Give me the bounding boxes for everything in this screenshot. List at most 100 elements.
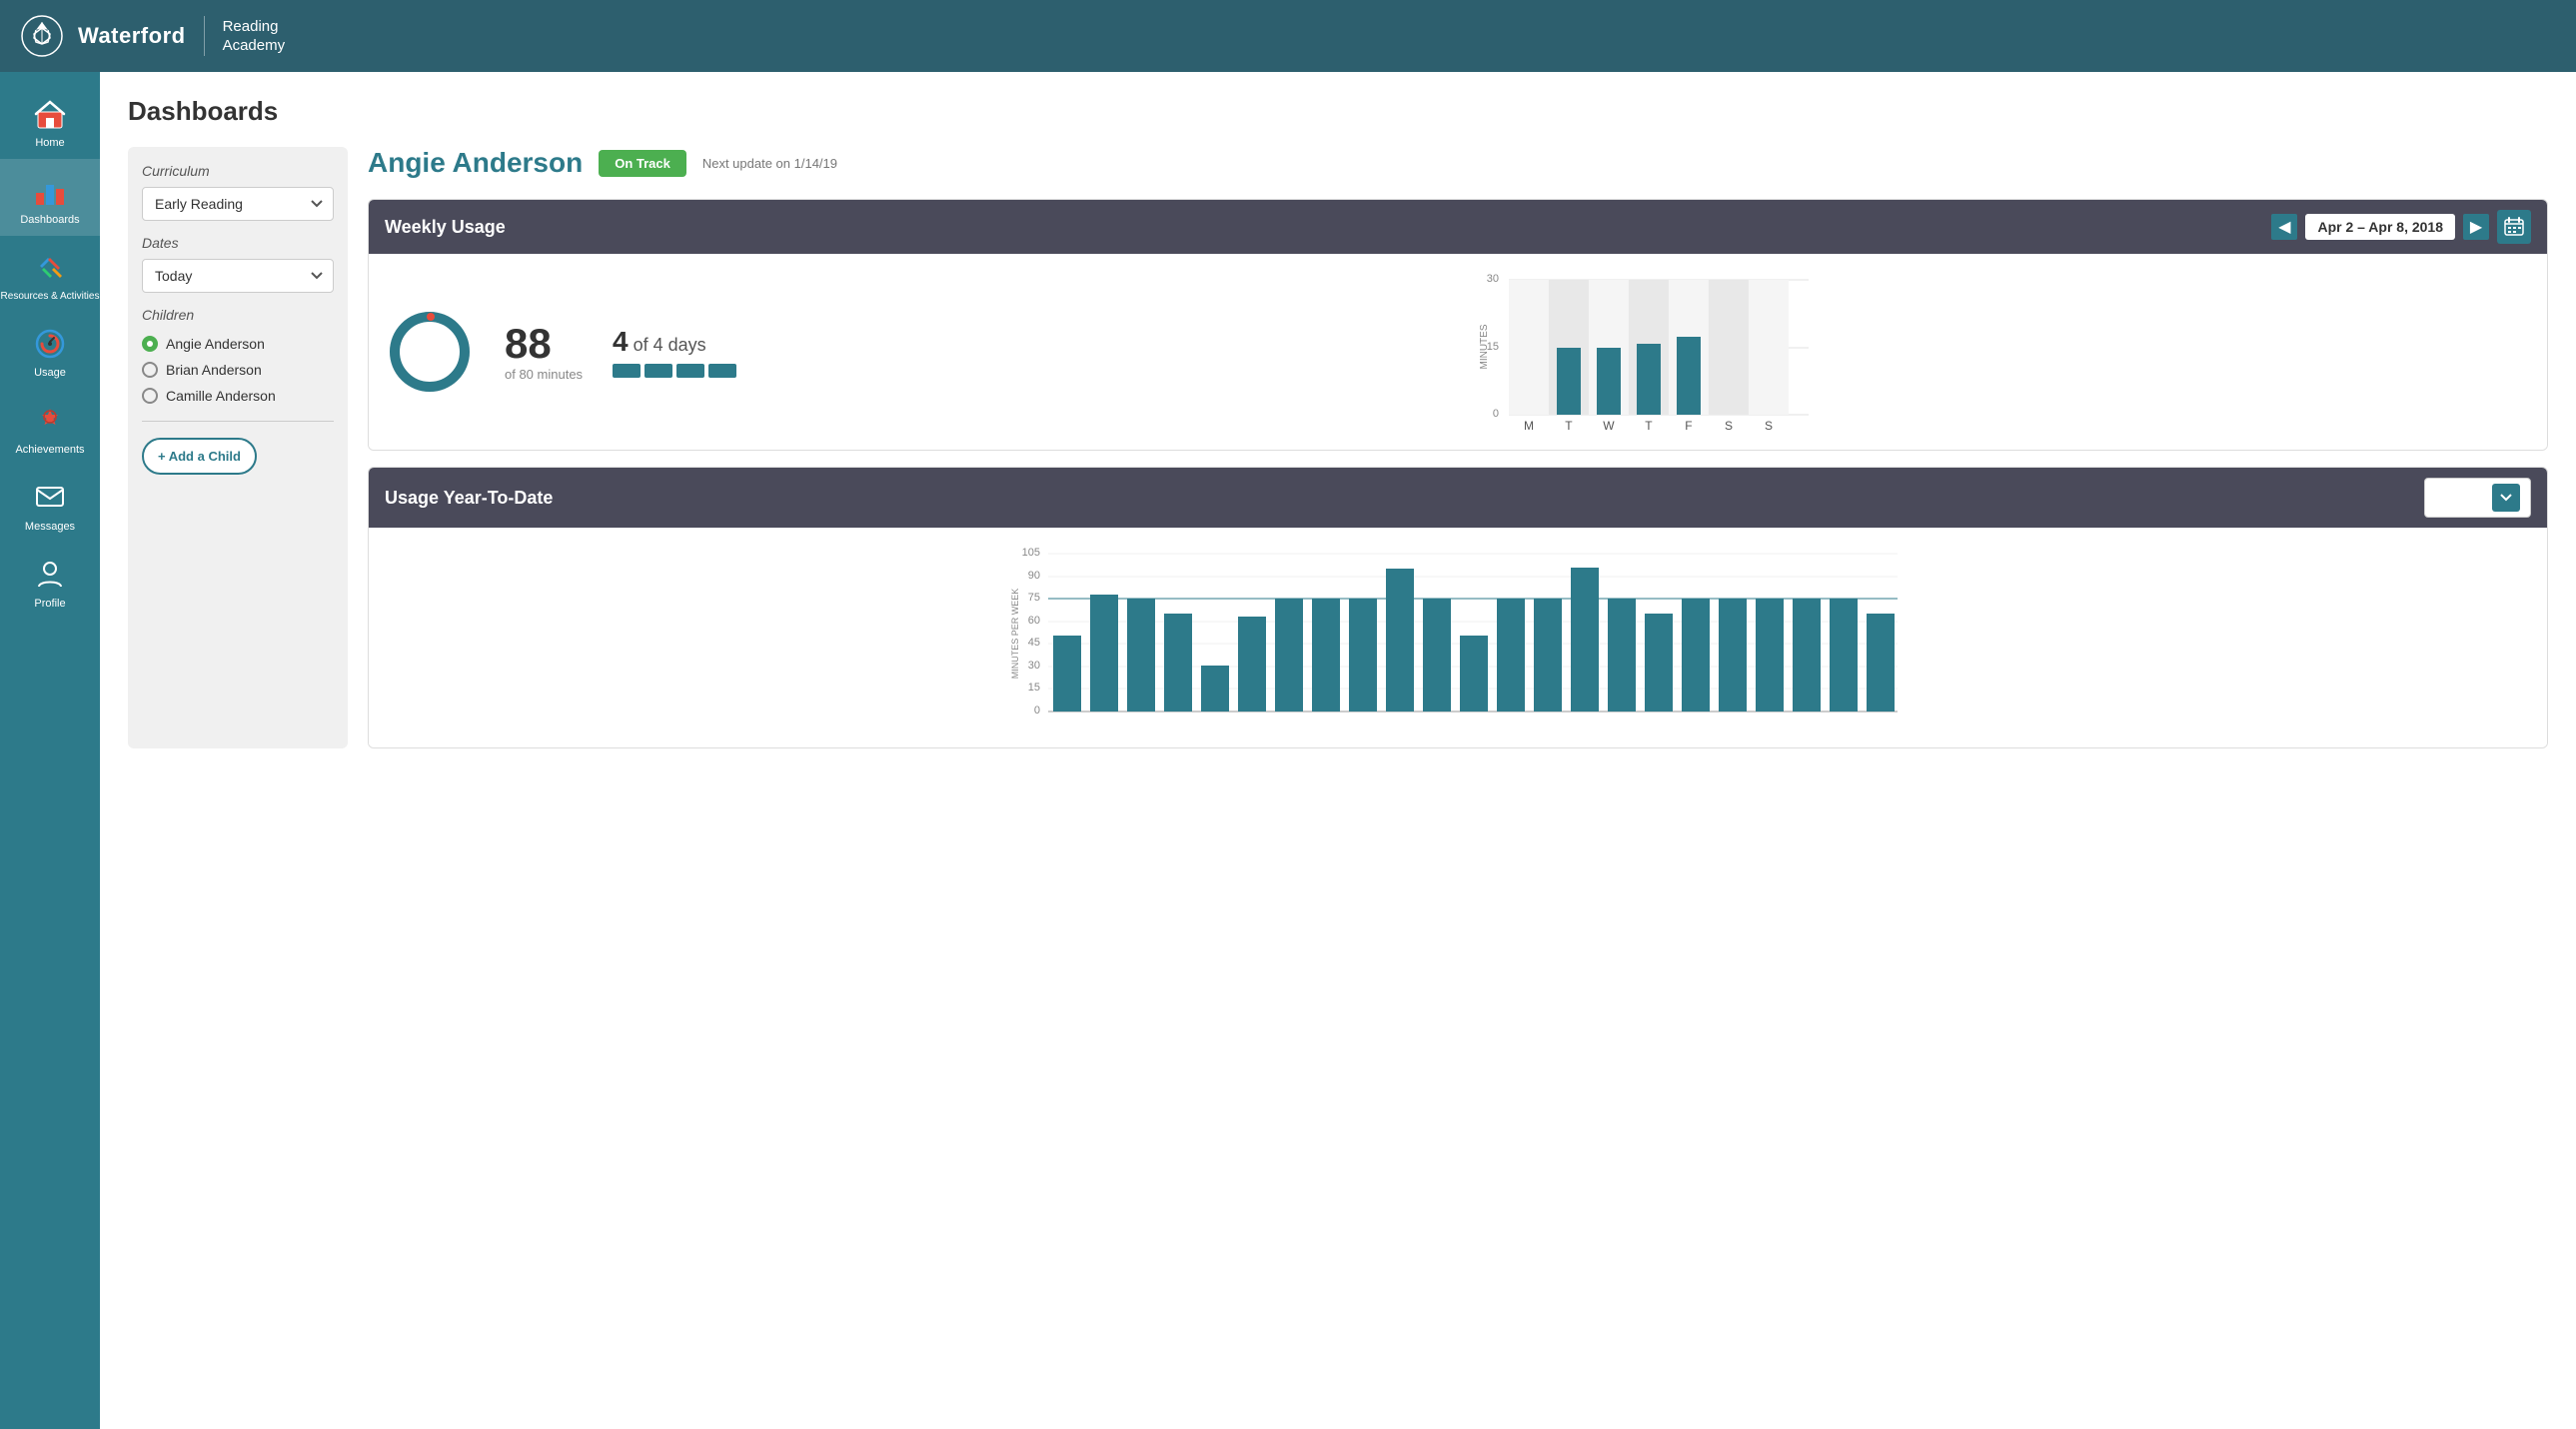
- logo-area: Waterford: [20, 14, 186, 58]
- svg-text:30: 30: [1028, 660, 1040, 672]
- svg-text:15: 15: [1028, 682, 1040, 694]
- add-child-button[interactable]: + Add a Child: [142, 438, 257, 475]
- svg-text:MINUTES PER WEEK: MINUTES PER WEEK: [1010, 589, 1020, 680]
- panel-divider: [142, 421, 334, 422]
- ytd-card: Usage Year-To-Date Minutes: [368, 467, 2548, 748]
- sidebar-label-dashboards: Dashboards: [20, 214, 79, 226]
- next-update: Next update on 1/14/19: [702, 156, 837, 171]
- content-area: Dashboards Curriculum Early Reading Math…: [100, 72, 2576, 1429]
- weekly-usage-header: Weekly Usage ◀ Apr 2 – Apr 8, 2018 ▶: [369, 200, 2547, 254]
- days-text: 4 of 4 days: [613, 326, 706, 358]
- weekly-bar-chart: 30 15 0 MINUTES: [766, 272, 2531, 432]
- child-name-camille: Camille Anderson: [166, 388, 276, 404]
- svg-text:105: 105: [1022, 547, 1040, 559]
- svg-text:T: T: [1565, 419, 1573, 432]
- calendar-button[interactable]: [2497, 210, 2531, 244]
- student-header: Angie Anderson On Track Next update on 1…: [368, 147, 2548, 179]
- header-subtitle: Reading Academy: [223, 17, 286, 56]
- day-bar-1: [613, 364, 641, 378]
- sidebar-item-resources[interactable]: Resources & Activities: [0, 236, 100, 312]
- weekly-bar-chart-svg: 30 15 0 MINUTES: [766, 272, 2531, 432]
- header-divider: [204, 16, 205, 56]
- svg-text:S: S: [1765, 419, 1773, 432]
- sidebar-item-dashboards[interactable]: Dashboards: [0, 159, 100, 236]
- days-info: 4 of 4 days: [613, 326, 736, 378]
- sidebar-label-resources: Resources & Activities: [1, 291, 100, 302]
- donut-chart: [385, 307, 475, 397]
- svg-text:F: F: [1685, 419, 1692, 432]
- date-prev-button[interactable]: ◀: [2271, 214, 2297, 240]
- sidebar-item-achievements[interactable]: Achievements: [0, 389, 100, 466]
- page-title: Dashboards: [128, 96, 2548, 127]
- top-header: Waterford Reading Academy: [0, 0, 2576, 72]
- messages-icon: [32, 480, 68, 516]
- svg-text:W: W: [1603, 419, 1615, 432]
- days-bars: [613, 364, 736, 378]
- svg-text:60: 60: [1028, 615, 1040, 627]
- day-bar-4: [708, 364, 736, 378]
- calendar-icon: [2504, 217, 2524, 237]
- day-bar-2: [644, 364, 672, 378]
- sidebar-item-home[interactable]: Home: [0, 82, 100, 159]
- minutes-dropdown-label: Minutes: [2435, 490, 2484, 506]
- svg-text:30: 30: [1487, 273, 1499, 285]
- weekly-usage-title: Weekly Usage: [385, 217, 506, 238]
- chevron-down-icon: [2500, 494, 2512, 502]
- date-range: Apr 2 – Apr 8, 2018: [2305, 214, 2455, 240]
- child-item-brian[interactable]: Brian Anderson: [142, 357, 334, 383]
- achievements-icon: [32, 403, 68, 439]
- ytd-chart-svg: 105 90 75 60 45 30 15 0 MINUTES PER WEEK: [385, 544, 2531, 733]
- child-name-brian: Brian Anderson: [166, 362, 262, 378]
- dates-dropdown[interactable]: Today This Week This Month: [142, 259, 334, 293]
- child-item-angie[interactable]: Angie Anderson: [142, 331, 334, 357]
- inner-layout: Curriculum Early Reading Math Science Da…: [128, 147, 2548, 748]
- svg-text:MINUTES: MINUTES: [1479, 324, 1490, 369]
- svg-text:M: M: [1524, 419, 1534, 432]
- svg-text:T: T: [1645, 419, 1653, 432]
- home-icon: [32, 96, 68, 132]
- waterford-logo-icon: [20, 14, 64, 58]
- children-label: Children: [142, 307, 334, 323]
- on-track-badge: On Track: [599, 150, 686, 177]
- svg-text:90: 90: [1028, 570, 1040, 582]
- ytd-header: Usage Year-To-Date Minutes: [369, 468, 2547, 528]
- resources-icon: [32, 250, 68, 286]
- sidebar-label-usage: Usage: [34, 367, 66, 379]
- radio-camille[interactable]: [142, 388, 158, 404]
- minutes-dropdown-arrow: [2492, 484, 2520, 512]
- child-item-camille[interactable]: Camille Anderson: [142, 383, 334, 409]
- radio-brian[interactable]: [142, 362, 158, 378]
- ytd-chart-body: 105 90 75 60 45 30 15 0 MINUTES PER WEEK: [369, 528, 2547, 747]
- children-list: Angie Anderson Brian Anderson Camille An…: [142, 331, 334, 409]
- radio-angie[interactable]: [142, 336, 158, 352]
- svg-text:0: 0: [1493, 408, 1499, 420]
- minutes-sub: of 80 minutes: [505, 367, 583, 382]
- curriculum-dropdown[interactable]: Early Reading Math Science: [142, 187, 334, 221]
- sidebar-item-messages[interactable]: Messages: [0, 466, 100, 543]
- date-nav: ◀ Apr 2 – Apr 8, 2018 ▶: [2271, 210, 2531, 244]
- svg-text:S: S: [1725, 419, 1733, 432]
- minutes-dropdown[interactable]: Minutes: [2424, 478, 2531, 518]
- sidebar-label-profile: Profile: [34, 598, 65, 610]
- sidebar-label-home: Home: [35, 137, 64, 149]
- left-panel: Curriculum Early Reading Math Science Da…: [128, 147, 348, 748]
- sidebar: Home Dashboards R: [0, 72, 100, 1429]
- dashboards-icon: [32, 173, 68, 209]
- child-name-angie: Angie Anderson: [166, 336, 265, 352]
- minutes-info: 88 of 80 minutes: [505, 323, 583, 382]
- main-layout: Home Dashboards R: [0, 72, 2576, 1429]
- svg-text:75: 75: [1028, 592, 1040, 604]
- sidebar-label-messages: Messages: [25, 521, 75, 533]
- weekly-usage-card: Weekly Usage ◀ Apr 2 – Apr 8, 2018 ▶: [368, 199, 2548, 451]
- sidebar-item-usage[interactable]: Usage: [0, 312, 100, 389]
- ytd-title: Usage Year-To-Date: [385, 488, 553, 509]
- sidebar-label-achievements: Achievements: [15, 444, 84, 456]
- minutes-value: 88: [505, 323, 583, 365]
- dates-label: Dates: [142, 235, 334, 251]
- student-name: Angie Anderson: [368, 147, 583, 179]
- right-panel: Angie Anderson On Track Next update on 1…: [368, 147, 2548, 748]
- days-count: 4: [613, 326, 629, 357]
- sidebar-item-profile[interactable]: Profile: [0, 543, 100, 620]
- date-next-button[interactable]: ▶: [2463, 214, 2489, 240]
- svg-text:45: 45: [1028, 637, 1040, 649]
